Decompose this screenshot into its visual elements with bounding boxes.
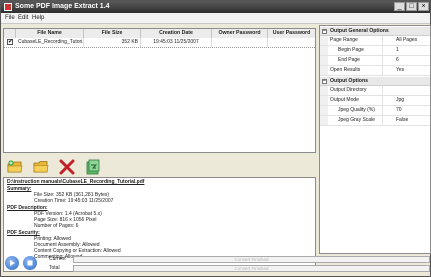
maximize-button[interactable]: □ (406, 2, 417, 11)
app-icon (4, 3, 12, 11)
header-file-size[interactable]: File Size (84, 29, 141, 38)
jpeg-gray-label: Jpeg Gray Scale (338, 116, 383, 125)
open-folder-button[interactable] (33, 159, 49, 175)
jpeg-gray-value[interactable]: False (396, 116, 430, 125)
open-results-label: Open Results (330, 66, 383, 75)
delete-x-icon (59, 159, 75, 175)
window-title: Some PDF Image Extract 1.4 (15, 3, 110, 10)
section-title: Output Options (330, 78, 369, 84)
file-grid: File Name File Size Creation Date Owner … (3, 28, 316, 153)
remove-button[interactable] (59, 159, 75, 175)
end-page-row[interactable]: End Page 6 (320, 56, 430, 66)
begin-page-value[interactable]: 1 (396, 46, 430, 55)
page-range-row[interactable]: Page Range All Pages (320, 36, 430, 46)
cell-file-name: CubaseLE_Recording_Tutori... (18, 38, 84, 47)
menu-file[interactable]: File (5, 14, 15, 22)
header-owner-password[interactable]: Owner Password (212, 29, 268, 38)
output-mode-value[interactable]: Jpg (396, 96, 430, 105)
app-window: Some PDF Image Extract 1.4 _ □ × File Ed… (0, 0, 431, 277)
header-check (4, 29, 16, 38)
output-directory-row[interactable]: Output Directory (320, 86, 430, 96)
row-checkbox[interactable]: ✔ (7, 39, 13, 45)
header-file-name[interactable]: File Name (16, 29, 84, 38)
collapse-icon[interactable]: − (322, 79, 327, 84)
header-creation-date[interactable]: Creation Date (141, 29, 212, 38)
total-progress-text: Convert Finished (234, 266, 269, 271)
output-mode-label: Output Mode (330, 96, 383, 105)
open-results-row[interactable]: Open Results Yes (320, 66, 430, 76)
page-count: Number of Pages: 6 (34, 223, 79, 229)
toolbar (3, 157, 316, 177)
minimize-button[interactable]: _ (394, 2, 405, 11)
menu-bar: File Edit Help (1, 13, 430, 24)
title-bar: Some PDF Image Extract 1.4 _ □ × (1, 1, 430, 13)
summary-heading: Summary: (7, 186, 32, 192)
open-results-value[interactable]: Yes (396, 66, 430, 75)
end-page-value[interactable]: 6 (396, 56, 430, 65)
convert-button[interactable] (85, 159, 101, 175)
end-page-label: End Page (338, 56, 383, 65)
current-label: Current (49, 256, 66, 262)
page-range-value[interactable]: All Pages (396, 36, 430, 45)
jpeg-gray-row[interactable]: Jpeg Gray Scale False (320, 116, 430, 126)
play-icon (10, 260, 15, 266)
close-button[interactable]: × (418, 2, 429, 11)
output-directory-value[interactable] (396, 86, 430, 95)
header-user-password[interactable]: User Password (268, 29, 315, 38)
output-mode-row[interactable]: Output Mode Jpg (320, 96, 430, 106)
left-pane: File Name File Size Creation Date Owner … (3, 25, 316, 276)
total-label: Total (49, 265, 60, 271)
convert-icon (86, 159, 100, 175)
begin-page-row[interactable]: Begin Page 1 (320, 46, 430, 56)
progress-bar-area: Current Convert Finished Total Convert F… (1, 252, 430, 277)
add-folder-icon (7, 160, 23, 173)
output-directory-label: Output Directory (330, 86, 383, 95)
jpeg-quality-value[interactable]: 70 (396, 106, 430, 115)
page-range-label: Page Range (330, 36, 383, 45)
file-path: D:\instruction manuals\CubaseLE_Recordin… (7, 179, 145, 185)
current-progress-bar: Convert Finished (73, 256, 430, 263)
jpeg-quality-row[interactable]: Jpeg Quality (%) 70 (320, 106, 430, 116)
menu-help[interactable]: Help (32, 14, 44, 22)
begin-page-label: Begin Page (338, 46, 383, 55)
cell-owner-password[interactable] (212, 38, 268, 47)
current-progress-text: Convert Finished (234, 257, 269, 262)
cell-creation-date: 19:45:03 11/25/2007 (141, 38, 212, 47)
jpeg-quality-label: Jpeg Quality (%) (338, 106, 383, 115)
cell-file-size: 352 KB (84, 38, 141, 47)
cell-user-password[interactable] (268, 38, 315, 47)
summary-creation-time: Creation Time: 19:45:03 11/25/2007 (34, 198, 114, 204)
stop-icon (27, 260, 33, 266)
folder-icon (33, 161, 49, 173)
total-progress-bar: Convert Finished (73, 265, 430, 272)
table-row[interactable]: ✔ CubaseLE_Recording_Tutori... 352 KB 19… (4, 38, 315, 48)
section-title: Output General Options (330, 28, 389, 34)
stop-button[interactable] (23, 256, 37, 270)
start-button[interactable] (5, 256, 19, 270)
general-options-section[interactable]: − Output General Options (320, 27, 430, 36)
menu-edit[interactable]: Edit (18, 14, 28, 22)
collapse-icon[interactable]: − (322, 29, 327, 34)
options-panel: − Output General Options Page Range All … (319, 25, 431, 254)
add-file-button[interactable] (7, 159, 23, 175)
output-options-section[interactable]: − Output Options (320, 77, 430, 86)
